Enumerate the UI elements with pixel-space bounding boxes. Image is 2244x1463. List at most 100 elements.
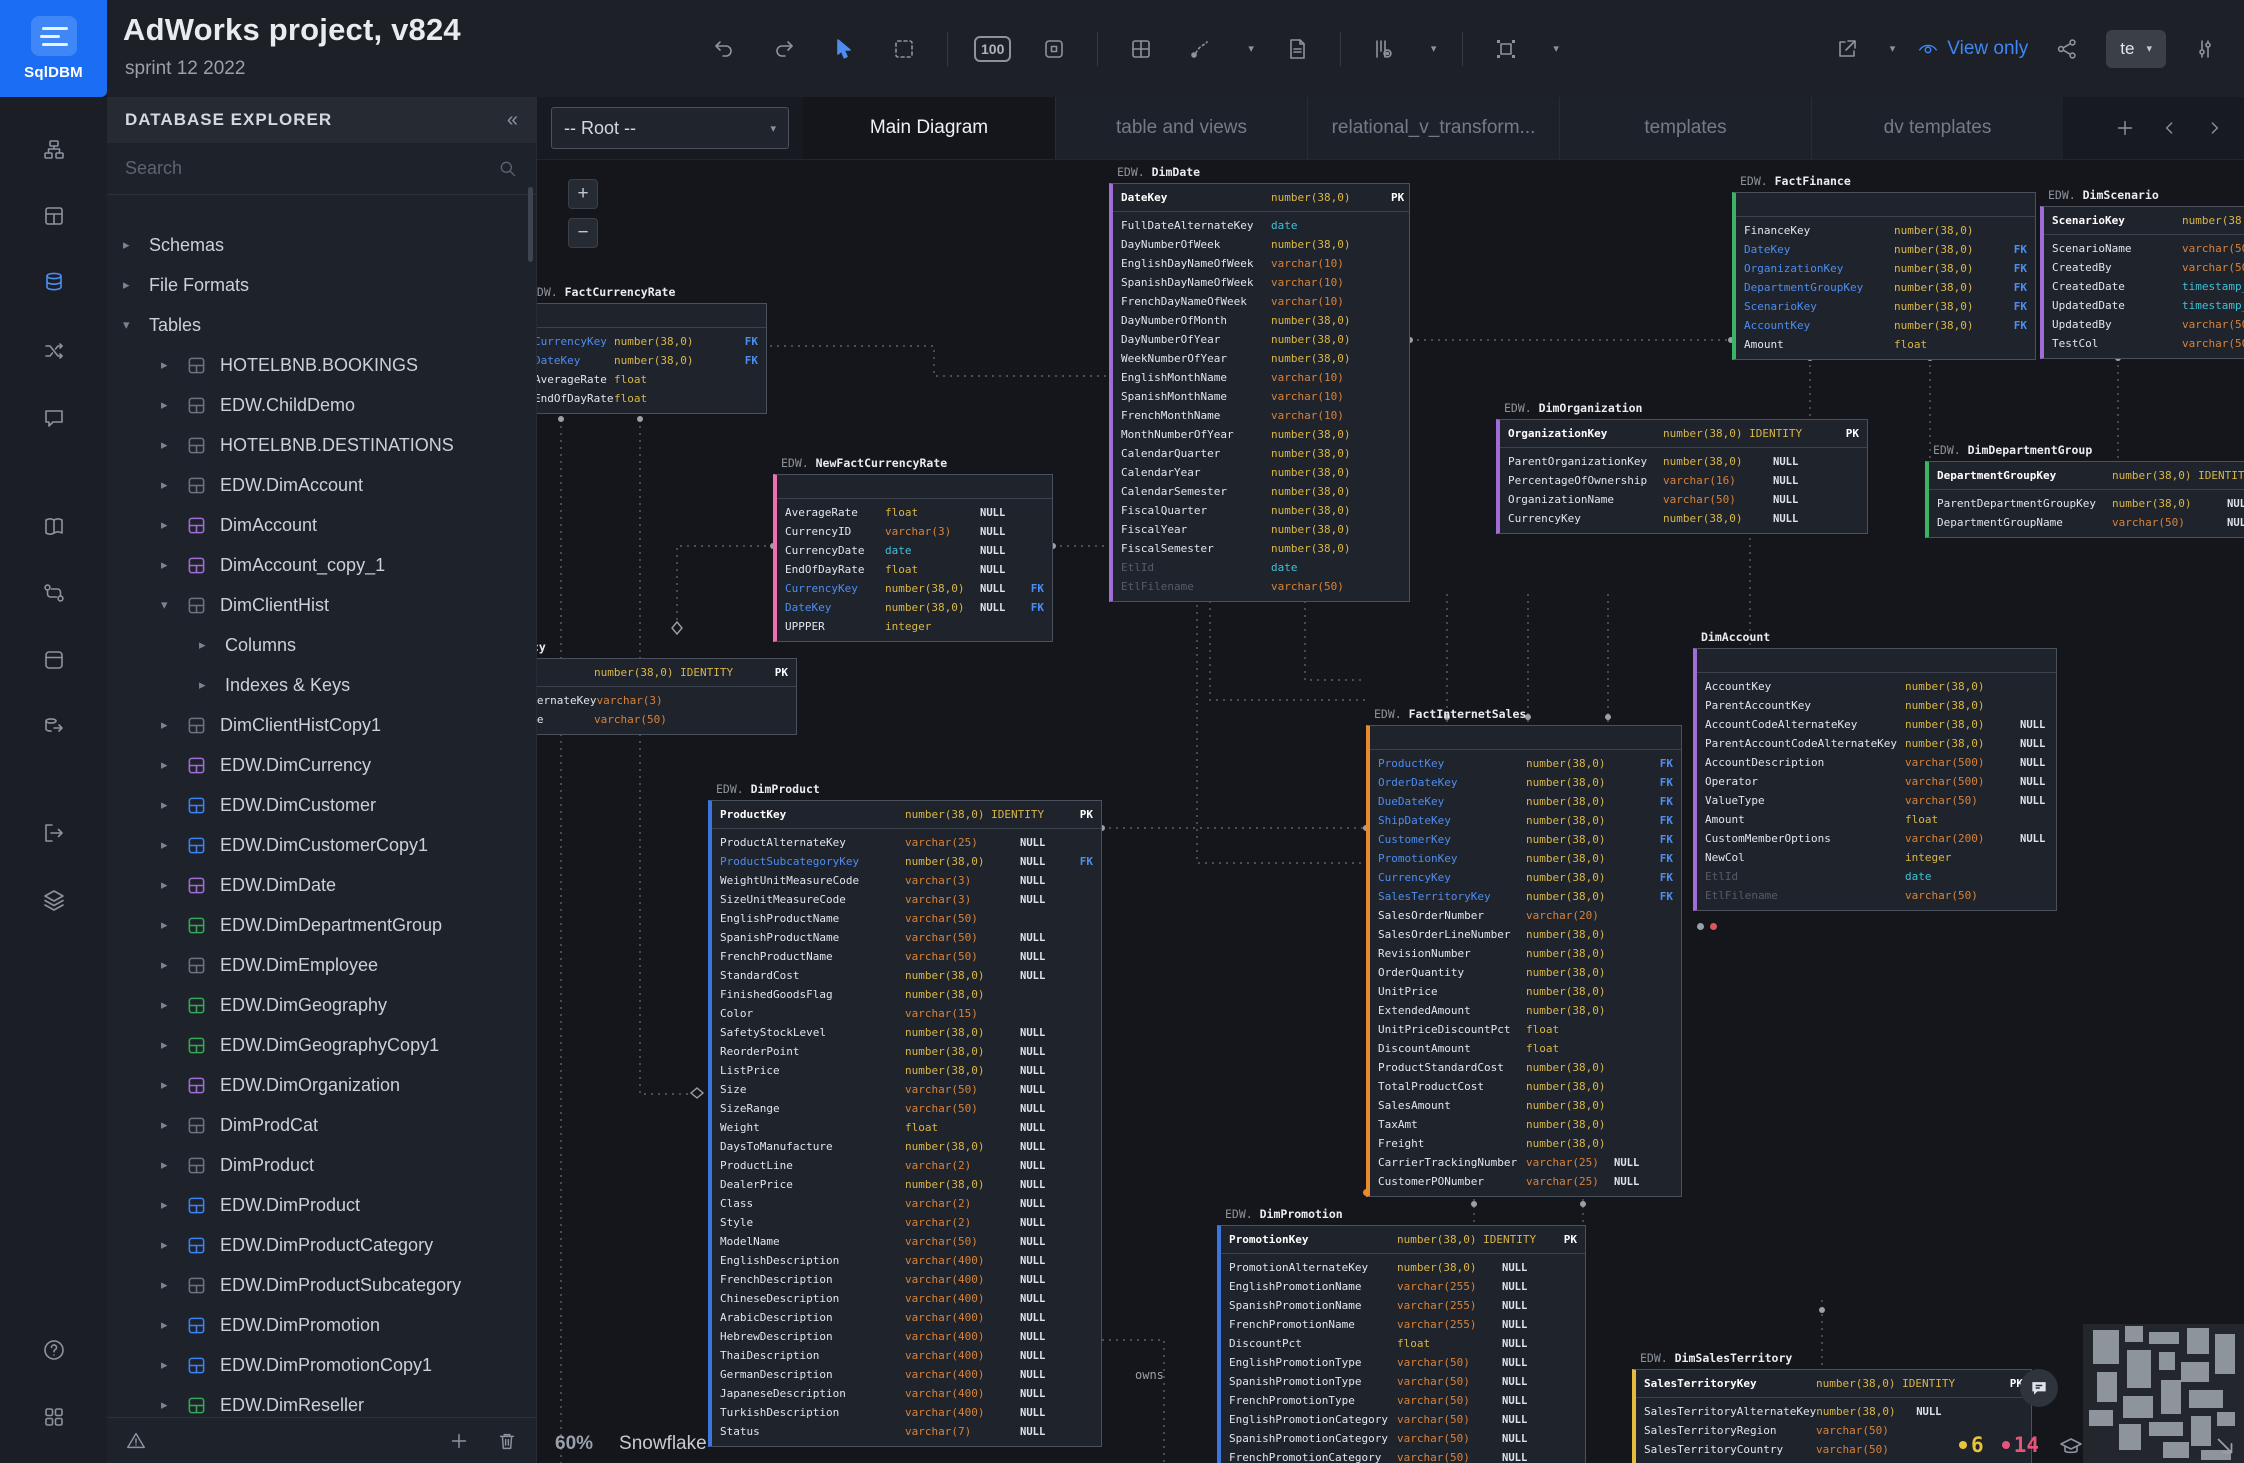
error-count-badge[interactable]: 14 bbox=[2001, 1433, 2039, 1457]
focus-frame-icon[interactable] bbox=[1037, 32, 1071, 66]
diagram-table-newfactcurrencyrate[interactable]: EDW. NewFactCurrencyRate AverageRate float… bbox=[773, 456, 1053, 642]
caret-right-icon[interactable]: ▸ bbox=[161, 1237, 177, 1253]
caret-right-icon[interactable]: ▸ bbox=[161, 477, 177, 493]
rail-help-icon[interactable] bbox=[34, 1330, 74, 1370]
warning-count-badge[interactable]: 6 bbox=[1959, 1433, 1984, 1457]
sidebar-item-hotelbnb-bookings[interactable]: ▸ HOTELBNB.BOOKINGS bbox=[107, 345, 536, 385]
sidebar-item-hotelbnb-destinations[interactable]: ▸ HOTELBNB.DESTINATIONS bbox=[107, 425, 536, 465]
subject-area-select[interactable]: -- Root -- ▾ bbox=[551, 107, 789, 149]
caret-right-icon[interactable]: ▸ bbox=[161, 1277, 177, 1293]
relationship-tool-icon-caret[interactable]: ▾ bbox=[1248, 42, 1254, 55]
diagram-table-factfinance[interactable]: EDW. FactFinance FinanceKey number(38,0) Da… bbox=[1732, 174, 2036, 360]
sidebar-item-dimaccount-copy-1[interactable]: ▸ DimAccount_copy_1 bbox=[107, 545, 536, 585]
sidebar-item-edw-dimaccount[interactable]: ▸ EDW.DimAccount bbox=[107, 465, 536, 505]
marquee-select-icon[interactable] bbox=[887, 32, 921, 66]
rail-arrowout-icon[interactable] bbox=[34, 813, 74, 853]
user-menu-button[interactable]: te ▾ bbox=[2106, 29, 2166, 68]
note-tool-icon[interactable] bbox=[1280, 32, 1314, 66]
rail-book-icon[interactable] bbox=[34, 507, 74, 547]
caret-right-icon[interactable]: ▸ bbox=[161, 957, 177, 973]
diagram-table-dimcurrency[interactable]: EDW. DimCurrency CurrencyKeynumber(38,0) … bbox=[537, 640, 797, 735]
diagram-table-dimdate[interactable]: EDW. DimDate DateKey number(38,0) PK FullDat… bbox=[1109, 165, 1410, 602]
align-tool-icon-caret[interactable]: ▾ bbox=[1431, 42, 1437, 55]
sidebar-item-edw-childdemo[interactable]: ▸ EDW.ChildDemo bbox=[107, 385, 536, 425]
diagram-table-factcurrencyrate[interactable]: EDW. FactCurrencyRate CurrencyKeynumber(3… bbox=[537, 285, 767, 414]
sidebar-item-edw-dimdepartmentgroup[interactable]: ▸ EDW.DimDepartmentGroup bbox=[107, 905, 536, 945]
cursor-tool-icon[interactable] bbox=[827, 32, 861, 66]
sidebar-item-edw-dimcustomercopy1[interactable]: ▸ EDW.DimCustomerCopy1 bbox=[107, 825, 536, 865]
zoom-level[interactable]: 60% bbox=[555, 1433, 593, 1455]
diagram-canvas[interactable]: + − EDW. FactCurrencyRate CurrencyKeynumb… bbox=[537, 160, 2244, 1463]
sidebar-item-tables[interactable]: ▾ Tables bbox=[107, 305, 536, 345]
sidebar-item-edw-dimreseller[interactable]: ▸ EDW.DimReseller bbox=[107, 1385, 536, 1417]
learn-graduation-icon[interactable] bbox=[2058, 1435, 2084, 1459]
sidebar-item-edw-dimproductcategory[interactable]: ▸ EDW.DimProductCategory bbox=[107, 1225, 536, 1265]
caret-right-icon[interactable]: ▸ bbox=[161, 997, 177, 1013]
caret-right-icon[interactable]: ▸ bbox=[123, 277, 139, 293]
caret-right-icon[interactable]: ▸ bbox=[161, 797, 177, 813]
sidebar-item-file-formats[interactable]: ▸ File Formats bbox=[107, 265, 536, 305]
caret-right-icon[interactable]: ▸ bbox=[161, 1157, 177, 1173]
rail-dbexport-icon[interactable] bbox=[34, 707, 74, 747]
caret-down-icon[interactable]: ▾ bbox=[123, 317, 139, 333]
export-caret-icon[interactable]: ▾ bbox=[1890, 42, 1896, 55]
rail-shuffle-icon[interactable] bbox=[34, 331, 74, 371]
sidebar-scrollbar[interactable] bbox=[528, 187, 533, 262]
tab-relational-v-transform-[interactable]: relational_v_transform... bbox=[1307, 97, 1559, 159]
relationship-tool-icon[interactable] bbox=[1184, 32, 1218, 66]
caret-right-icon[interactable]: ▸ bbox=[199, 677, 215, 693]
share-button[interactable] bbox=[2050, 32, 2084, 66]
sidebar-item-edw-dimemployee[interactable]: ▸ EDW.DimEmployee bbox=[107, 945, 536, 985]
diagram-table-factinternetsales[interactable]: EDW. FactInternetSales ProductKey number(3… bbox=[1366, 707, 1682, 1197]
zoom-100-button[interactable]: 100 bbox=[974, 35, 1012, 62]
diagram-table-dimorganization[interactable]: EDW. DimOrganization OrganizationKey numbe… bbox=[1496, 401, 1868, 534]
add-diagram-tab-button[interactable] bbox=[2114, 117, 2136, 139]
caret-right-icon[interactable]: ▸ bbox=[161, 357, 177, 373]
caret-right-icon[interactable]: ▸ bbox=[161, 397, 177, 413]
sidebar-item-edw-dimpromotion[interactable]: ▸ EDW.DimPromotion bbox=[107, 1305, 536, 1345]
caret-right-icon[interactable]: ▸ bbox=[161, 1037, 177, 1053]
rail-hierarchy-icon[interactable] bbox=[34, 130, 74, 170]
caret-right-icon[interactable]: ▸ bbox=[161, 437, 177, 453]
tab-main-diagram[interactable]: Main Diagram bbox=[803, 97, 1055, 159]
caret-right-icon[interactable]: ▸ bbox=[161, 1397, 177, 1413]
sidebar-item-indexes-keys[interactable]: ▸ Indexes & Keys bbox=[107, 665, 536, 705]
settings-sliders-button[interactable] bbox=[2188, 32, 2222, 66]
sidebar-item-edw-dimorganization[interactable]: ▸ EDW.DimOrganization bbox=[107, 1065, 536, 1105]
search-input[interactable]: Search bbox=[107, 143, 536, 195]
caret-right-icon[interactable]: ▸ bbox=[161, 757, 177, 773]
caret-right-icon[interactable]: ▸ bbox=[161, 1357, 177, 1373]
grid-layout-icon[interactable] bbox=[1124, 32, 1158, 66]
tab-dv-templates[interactable]: dv templates bbox=[1811, 97, 2063, 159]
sidebar-item-edw-dimpromotioncopy1[interactable]: ▸ EDW.DimPromotionCopy1 bbox=[107, 1345, 536, 1385]
rail-chat-icon[interactable] bbox=[34, 398, 74, 438]
zoom-out-button[interactable]: − bbox=[568, 218, 598, 248]
sidebar-item-edw-dimgeography[interactable]: ▸ EDW.DimGeography bbox=[107, 985, 536, 1025]
redo-icon[interactable] bbox=[767, 32, 801, 66]
diagram-table-dimscenario[interactable]: EDW. DimScenario ScenarioKeynumber(38,0) … bbox=[2040, 188, 2244, 359]
sidebar-item-dimclienthist[interactable]: ▾ DimClientHist bbox=[107, 585, 536, 625]
add-table-button[interactable] bbox=[448, 1430, 470, 1452]
diagram-table-dimdepartmentgroup[interactable]: EDW. DimDepartmentGroup DepartmentGroupKe… bbox=[1925, 443, 2244, 538]
rail-database-icon[interactable] bbox=[34, 262, 74, 302]
tab-table-and-views[interactable]: table and views bbox=[1055, 97, 1307, 159]
caret-right-icon[interactable]: ▸ bbox=[199, 637, 215, 653]
caret-right-icon[interactable]: ▸ bbox=[161, 877, 177, 893]
relationship-label-owns[interactable]: owns bbox=[1135, 1368, 1164, 1382]
caret-right-icon[interactable]: ▸ bbox=[161, 1117, 177, 1133]
caret-right-icon[interactable]: ▸ bbox=[161, 1317, 177, 1333]
sidebar-item-dimclienthistcopy1[interactable]: ▸ DimClientHistCopy1 bbox=[107, 705, 536, 745]
diagram-table-dimaccount[interactable]: DimAccount AccountKey number(38,0) ParentAc… bbox=[1693, 630, 2057, 911]
caret-right-icon[interactable]: ▸ bbox=[123, 237, 139, 253]
undo-icon[interactable] bbox=[707, 32, 741, 66]
collapse-panel-icon[interactable]: « bbox=[507, 109, 518, 132]
sidebar-item-edw-dimcustomer[interactable]: ▸ EDW.DimCustomer bbox=[107, 785, 536, 825]
sidebar-item-edw-dimcurrency[interactable]: ▸ EDW.DimCurrency bbox=[107, 745, 536, 785]
caret-right-icon[interactable]: ▸ bbox=[161, 557, 177, 573]
fit-screen-icon-caret[interactable]: ▾ bbox=[1553, 42, 1559, 55]
tab-templates[interactable]: templates bbox=[1559, 97, 1811, 159]
sidebar-item-columns[interactable]: ▸ Columns bbox=[107, 625, 536, 665]
sqldbm-logo[interactable]: SqlDBM bbox=[0, 0, 107, 97]
view-only-indicator[interactable]: View only bbox=[1917, 38, 2028, 60]
resize-corner-icon[interactable] bbox=[2212, 1433, 2238, 1459]
